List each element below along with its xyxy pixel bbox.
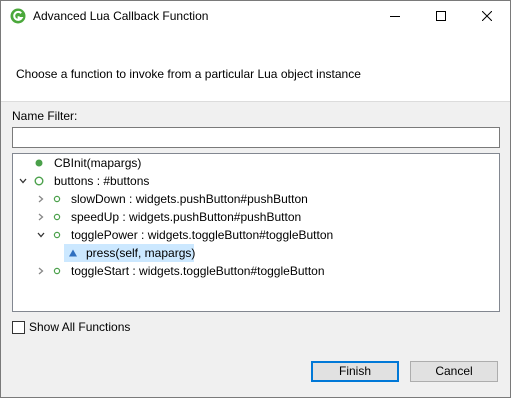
maximize-button[interactable] bbox=[418, 1, 464, 31]
window-title: Advanced Lua Callback Function bbox=[33, 9, 209, 23]
title-bar[interactable]: Advanced Lua Callback Function bbox=[1, 1, 510, 31]
name-filter-label: Name Filter: bbox=[12, 109, 78, 123]
tree-item-label: speedUp : widgets.pushButton#pushButton bbox=[71, 210, 302, 224]
minimize-button[interactable] bbox=[372, 1, 418, 31]
tree-item-togglestart[interactable]: toggleStart : widgets.toggleButton#toggl… bbox=[13, 262, 497, 280]
close-button[interactable] bbox=[464, 1, 510, 31]
chevron-down-icon[interactable] bbox=[19, 177, 27, 185]
chevron-right-icon[interactable] bbox=[37, 213, 45, 221]
green-dot-icon bbox=[35, 159, 43, 167]
tree-item-label: CBInit(mapargs) bbox=[54, 156, 142, 170]
minimize-icon bbox=[390, 16, 400, 17]
small-green-dot-icon bbox=[53, 213, 61, 221]
tree-item-press[interactable]: press(self, mapargs) bbox=[13, 244, 497, 262]
name-filter-input[interactable] bbox=[12, 127, 500, 148]
tree-item-label: togglePower : widgets.toggleButton#toggl… bbox=[71, 228, 334, 242]
tree-item-label: toggleStart : widgets.toggleButton#toggl… bbox=[71, 264, 325, 278]
maximize-icon bbox=[436, 11, 446, 21]
function-tree[interactable]: CBInit(mapargs) buttons : #buttons slowD… bbox=[12, 153, 500, 312]
chevron-right-icon[interactable] bbox=[37, 195, 45, 203]
chevron-down-icon[interactable] bbox=[37, 231, 45, 239]
tree-item-label: press(self, mapargs) bbox=[86, 246, 196, 260]
green-circle-icon bbox=[34, 176, 44, 186]
tree-item-cbinit[interactable]: CBInit(mapargs) bbox=[13, 154, 497, 172]
tree-item-togglepower[interactable]: togglePower : widgets.toggleButton#toggl… bbox=[13, 226, 497, 244]
show-all-functions-option[interactable]: Show All Functions bbox=[12, 319, 130, 335]
tree-item-buttons[interactable]: buttons : #buttons bbox=[13, 172, 497, 190]
dialog-description: Choose a function to invoke from a parti… bbox=[16, 67, 361, 81]
blue-triangle-icon bbox=[69, 249, 77, 257]
tree-item-speedup[interactable]: speedUp : widgets.pushButton#pushButton bbox=[13, 208, 497, 226]
app-logo-icon bbox=[10, 8, 26, 24]
small-green-dot-icon bbox=[53, 267, 61, 275]
tree-item-slowdown[interactable]: slowDown : widgets.pushButton#pushButton bbox=[13, 190, 497, 208]
chevron-right-icon[interactable] bbox=[37, 267, 45, 275]
cancel-button[interactable]: Cancel bbox=[410, 361, 498, 382]
dialog-header: Choose a function to invoke from a parti… bbox=[1, 31, 510, 102]
small-green-dot-icon bbox=[53, 195, 61, 203]
show-all-functions-checkbox[interactable] bbox=[12, 320, 25, 334]
small-green-dot-icon bbox=[53, 231, 61, 239]
show-all-functions-label: Show All Functions bbox=[29, 320, 131, 334]
close-icon bbox=[482, 11, 492, 21]
dialog-window: Advanced Lua Callback Function Choose a … bbox=[0, 0, 511, 398]
finish-button[interactable]: Finish bbox=[311, 361, 399, 382]
tree-item-label: slowDown : widgets.pushButton#pushButton bbox=[71, 192, 308, 206]
tree-item-label: buttons : #buttons bbox=[54, 174, 150, 188]
